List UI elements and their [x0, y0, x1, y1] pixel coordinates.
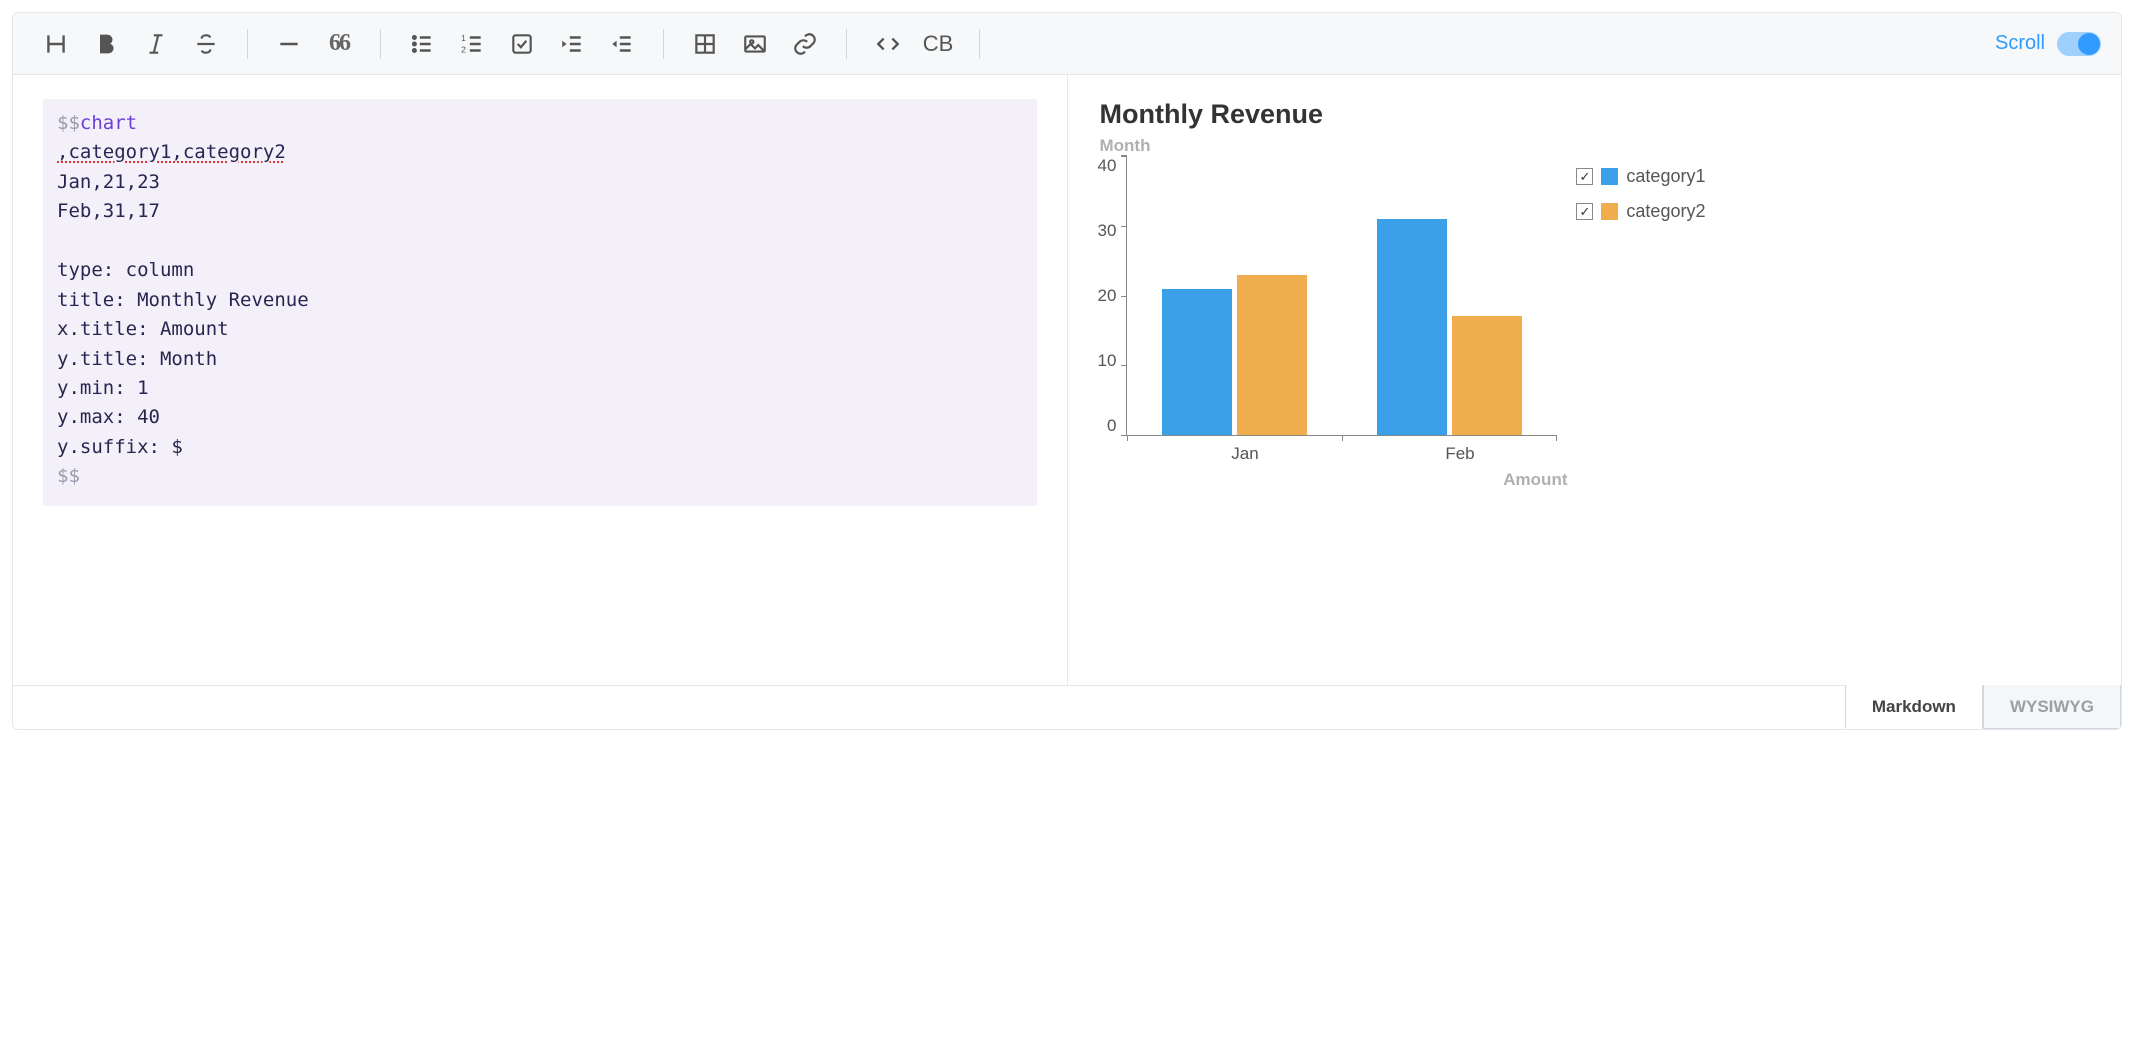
- code-delim-open: $$: [57, 112, 80, 134]
- toolbar: 66 12 CB: [13, 13, 2121, 75]
- chart-title: Monthly Revenue: [1100, 99, 2092, 130]
- strike-button[interactable]: [183, 23, 229, 65]
- x-tick: Jan: [1138, 436, 1353, 464]
- legend-item-category2[interactable]: ✓ category2: [1576, 201, 1705, 222]
- task-button[interactable]: [499, 23, 545, 65]
- code-line: Jan,21,23: [57, 168, 1023, 197]
- tab-markdown[interactable]: Markdown: [1845, 685, 1983, 729]
- bold-button[interactable]: [83, 23, 129, 65]
- quote-icon: 66: [329, 30, 349, 57]
- svg-text:2: 2: [461, 44, 466, 54]
- code-delim-close: $$: [57, 465, 80, 487]
- bar-category1-jan[interactable]: [1162, 289, 1232, 435]
- link-button[interactable]: [782, 23, 828, 65]
- y-tick: 10: [1098, 351, 1117, 371]
- scroll-toggle[interactable]: [2057, 32, 2101, 56]
- legend-swatch: [1601, 203, 1618, 220]
- code-keyword: chart: [80, 112, 137, 134]
- toolbar-separator: [846, 29, 847, 59]
- legend-checkbox[interactable]: ✓: [1576, 168, 1593, 185]
- y-axis-title: Month: [1100, 136, 2092, 156]
- code-line: y.suffix: $: [57, 433, 1023, 462]
- svg-text:1: 1: [461, 32, 466, 42]
- ul-button[interactable]: [399, 23, 445, 65]
- outdent-button[interactable]: [599, 23, 645, 65]
- legend-label: category1: [1626, 166, 1705, 187]
- legend-swatch: [1601, 168, 1618, 185]
- code-line: Feb,31,17: [57, 197, 1023, 226]
- bar-category1-feb[interactable]: [1377, 219, 1447, 435]
- scroll-sync-control: Scroll: [1995, 32, 2101, 56]
- x-tick: Feb: [1353, 436, 1568, 464]
- codeblock-button[interactable]: CB: [915, 23, 961, 65]
- indent-button[interactable]: [549, 23, 595, 65]
- source-pane[interactable]: $$chart ,category1,category2 Jan,21,23 F…: [13, 75, 1068, 685]
- scroll-label: Scroll: [1995, 32, 2045, 55]
- x-axis-title: Amount: [1098, 470, 1568, 490]
- legend-checkbox[interactable]: ✓: [1576, 203, 1593, 220]
- y-tick: 30: [1098, 221, 1117, 241]
- toolbar-separator: [979, 29, 980, 59]
- image-button[interactable]: [732, 23, 778, 65]
- italic-button[interactable]: [133, 23, 179, 65]
- code-line: x.title: Amount: [57, 315, 1023, 344]
- table-button[interactable]: [682, 23, 728, 65]
- x-axis-ticks: Jan Feb: [1138, 436, 1568, 464]
- y-tick: 40: [1098, 156, 1117, 176]
- code-button[interactable]: [865, 23, 911, 65]
- code-line: y.title: Month: [57, 345, 1023, 374]
- bar-category2-jan[interactable]: [1237, 275, 1307, 435]
- editor-frame: 66 12 CB: [12, 12, 2122, 730]
- code-line: y.max: 40: [57, 403, 1023, 432]
- legend-item-category1[interactable]: ✓ category1: [1576, 166, 1705, 187]
- y-tick: 0: [1107, 416, 1116, 436]
- code-line: title: Monthly Revenue: [57, 286, 1023, 315]
- legend-label: category2: [1626, 201, 1705, 222]
- plot-area: [1126, 156, 1556, 436]
- toolbar-separator: [380, 29, 381, 59]
- toolbar-separator: [247, 29, 248, 59]
- code-line: ,category1,category2: [57, 138, 1023, 167]
- y-tick: 20: [1098, 286, 1117, 306]
- codeblock-icon: CB: [923, 31, 954, 57]
- code-line: y.min: 1: [57, 374, 1023, 403]
- preview-pane: Monthly Revenue Month 40 30 20 10 0: [1068, 75, 2122, 685]
- toolbar-separator: [663, 29, 664, 59]
- code-line: type: column: [57, 256, 1023, 285]
- heading-button[interactable]: [33, 23, 79, 65]
- chart-source-block[interactable]: $$chart ,category1,category2 Jan,21,23 F…: [43, 99, 1037, 506]
- chart-legend: ✓ category1 ✓ category2: [1576, 166, 1705, 236]
- quote-button[interactable]: 66: [316, 23, 362, 65]
- chart: Monthly Revenue Month 40 30 20 10 0: [1098, 99, 2092, 490]
- hr-button[interactable]: [266, 23, 312, 65]
- ol-button[interactable]: 12: [449, 23, 495, 65]
- tab-wysiwyg[interactable]: WYSIWYG: [1983, 685, 2121, 729]
- mode-tabs: Markdown WYSIWYG: [13, 685, 2121, 729]
- editor-split: $$chart ,category1,category2 Jan,21,23 F…: [13, 75, 2121, 685]
- bar-category2-feb[interactable]: [1452, 316, 1522, 435]
